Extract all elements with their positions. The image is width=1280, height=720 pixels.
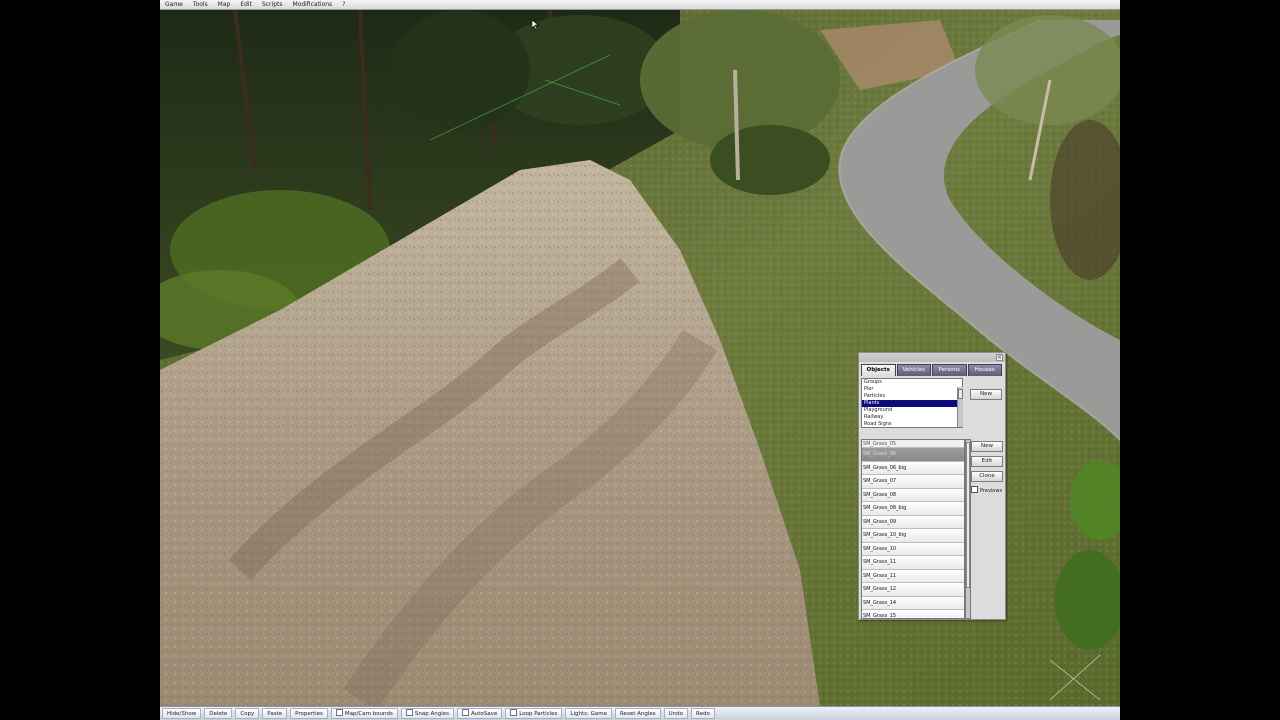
tab-persons[interactable]: Persons [932,364,967,376]
menu-modifications[interactable]: Modifications [287,0,337,10]
list-item[interactable]: SM_Grass_12 [862,583,964,597]
editor-window: Game Tools Map Edit Scripts Modification… [160,0,1120,720]
map-cam-bounds-toggle[interactable]: Map/Cam bounds [330,708,398,719]
previews-checkbox[interactable]: Previews [971,486,1002,494]
tab-houses[interactable]: Houses [967,364,1002,376]
snap-angles-toggle[interactable]: Snap Angles [400,708,454,719]
list-item[interactable]: SM_Grass_15 [862,610,964,618]
autosave-toggle[interactable]: AutoSave [457,708,503,719]
list-item[interactable]: SM_Grass_10_big [862,529,964,543]
scrollbar-thumb[interactable] [966,442,970,588]
mouse-cursor-icon [532,20,539,30]
category-item[interactable]: Particles [862,393,962,400]
new-object-button[interactable]: New [971,441,1003,452]
list-item[interactable]: SM_Grass_06_big [862,461,964,475]
object-list[interactable]: SM_Grass_05 SM_Grass_06 SM_Grass_06_big … [861,439,965,619]
list-item[interactable]: SM_Grass_14 [862,596,964,610]
menu-edit[interactable]: Edit [235,0,257,10]
loop-particles-toggle[interactable]: Loop Particles [505,708,563,719]
category-scrollbar[interactable] [957,387,963,427]
new-category-button[interactable]: New [970,389,1002,400]
category-item[interactable]: Groups [862,379,962,386]
list-item[interactable]: SM_Grass_09 [862,515,964,529]
clone-object-button[interactable]: Clone [971,471,1003,482]
list-item[interactable]: SM_Grass_11 [862,556,964,570]
category-list[interactable]: Groups Pier Particles Plants Playground … [861,378,963,428]
list-item[interactable]: SM_Grass_08_big [862,502,964,516]
hide-show-button[interactable]: Hide/Show [162,708,202,719]
panel-tabs: Objects Vehicles Persons Houses [861,364,1003,376]
object-browser-panel[interactable]: × Objects Vehicles Persons Houses Groups… [858,352,1006,620]
paste-button[interactable]: Paste [262,708,288,719]
category-item-selected[interactable]: Plants [862,400,962,407]
menubar: Game Tools Map Edit Scripts Modification… [160,0,1120,10]
copy-button[interactable]: Copy [235,708,260,719]
lights-game-button[interactable]: Lights: Game [565,708,612,719]
properties-button[interactable]: Properties [290,708,328,719]
close-icon[interactable]: × [996,354,1003,361]
scrollbar-thumb[interactable] [958,389,963,399]
undo-button[interactable]: Undo [663,708,688,719]
bottom-toolbar: Hide/Show Delete Copy Paste Properties M… [160,706,1120,720]
reset-angles-button[interactable]: Reset Angles [614,708,661,719]
list-item[interactable]: SM_Grass_08 [862,488,964,502]
panel-titlebar[interactable]: × [859,353,1005,362]
category-item[interactable]: Road Signs [862,421,962,427]
tab-objects[interactable]: Objects [861,364,896,376]
list-item-selected[interactable]: SM_Grass_06 [862,448,964,462]
redo-button[interactable]: Redo [691,708,715,719]
menu-map[interactable]: Map [213,0,236,10]
menu-scripts[interactable]: Scripts [257,0,288,10]
list-item[interactable]: SM_Grass_10 [862,542,964,556]
list-header: SM_Grass_05 [862,440,964,448]
category-item[interactable]: Railway [862,414,962,421]
menu-tools[interactable]: Tools [188,0,213,10]
category-item[interactable]: Playground [862,407,962,414]
category-item[interactable]: Pier [862,386,962,393]
delete-button[interactable]: Delete [204,708,233,719]
menu-game[interactable]: Game [160,0,188,10]
list-item[interactable]: SM_Grass_11 [862,569,964,583]
edit-object-button[interactable]: Edit [971,456,1003,467]
menu-help[interactable]: ? [337,0,350,10]
list-item[interactable]: SM_Grass_07 [862,475,964,489]
tab-vehicles[interactable]: Vehicles [896,364,931,376]
